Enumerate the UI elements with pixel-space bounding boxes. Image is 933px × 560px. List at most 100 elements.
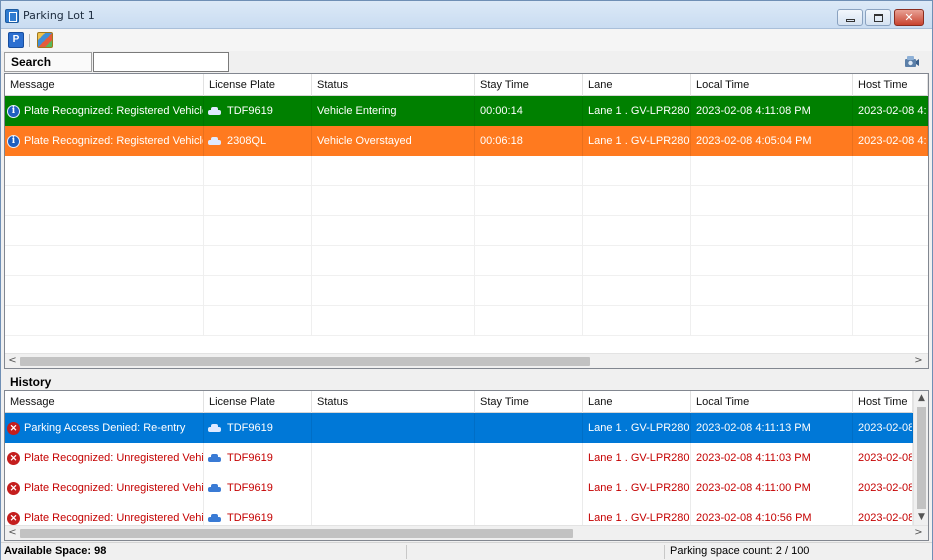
empty-cell [312,276,475,306]
map-icon[interactable] [37,32,53,48]
empty-row [5,156,928,186]
empty-cell [312,156,475,186]
table-row[interactable]: ✕ Parking Access Denied: Re-entry TDF9619… [5,413,913,443]
empty-cell [204,186,312,216]
scroll-left-icon[interactable]: < [5,526,20,540]
plate-text: TDF9619 [227,422,273,434]
col-stay-time[interactable]: Stay Time [475,391,583,413]
empty-cell [691,246,853,276]
scroll-left-icon[interactable]: < [5,354,20,368]
col-message[interactable]: Message [5,391,204,413]
empty-cell [204,156,312,186]
local-time-cell: 2023-02-08 4:11:00 PM [691,473,853,503]
maximize-button[interactable] [865,9,891,26]
close-button[interactable]: ✕ [894,9,924,26]
col-license-plate[interactable]: License Plate [204,74,312,96]
current-horizontal-scrollbar[interactable]: < > [5,353,928,368]
toolbar-divider [29,34,30,47]
scroll-up-icon[interactable]: ▲ [914,391,928,406]
col-lane[interactable]: Lane [583,74,691,96]
stay-time-cell: 00:06:18 [475,126,583,156]
scroll-right-icon[interactable]: > [911,354,926,368]
close-icon: ✕ [904,11,914,24]
error-icon: ✕ [7,451,20,465]
scroll-thumb[interactable] [917,407,926,509]
col-message[interactable]: Message [5,74,204,96]
window-title: Parking Lot 1 [23,9,95,22]
message-text: Parking Access Denied: Re-entry [24,422,186,434]
table-row[interactable]: i Plate Recognized: Registered Vehicle TD… [5,96,928,126]
plate-text: 2308QL [227,135,267,147]
status-cell: Vehicle Entering [312,96,475,126]
empty-cell [475,186,583,216]
local-time-cell: 2023-02-08 4:11:13 PM [691,413,853,443]
car-icon [208,483,221,493]
table-row[interactable]: ✕ Plate Recognized: Unregistered Vehicl T… [5,443,913,473]
host-time-cell: 2023-02-08 4:0 [853,126,928,156]
col-license-plate[interactable]: License Plate [204,391,312,413]
history-horizontal-scrollbar[interactable]: < > [5,525,928,540]
empty-cell [312,216,475,246]
local-time-cell: 2023-02-08 4:05:04 PM [691,126,853,156]
status-divider [406,545,407,559]
col-local-time[interactable]: Local Time [691,74,853,96]
scroll-thumb[interactable] [20,357,590,366]
plate-text: TDF9619 [227,482,273,494]
parking-settings-button[interactable]: P [8,32,24,48]
empty-cell [691,306,853,336]
history-grid-header: Message License Plate Status Stay Time L… [5,391,913,413]
title-bar[interactable]: Parking Lot 1 ✕ [1,1,932,29]
col-local-time[interactable]: Local Time [691,391,853,413]
message-text: Plate Recognized: Registered Vehicle [24,105,204,117]
table-row[interactable]: ✕ Plate Recognized: Unregistered Vehicl T… [5,473,913,503]
empty-cell [583,306,691,336]
empty-cell [583,246,691,276]
plate-text: TDF9619 [227,105,273,117]
plate-cell: 2308QL [204,126,312,156]
scroll-down-icon[interactable]: ▼ [914,510,928,525]
host-time-cell: 2023-02-08 [853,443,913,473]
message-text: Plate Recognized: Unregistered Vehicl [24,512,204,524]
app-icon [5,9,19,23]
empty-row [5,276,928,306]
search-bar: Search [1,51,932,73]
col-host-time[interactable]: Host Time [853,74,928,96]
status-cell [312,443,475,473]
col-stay-time[interactable]: Stay Time [475,74,583,96]
col-lane[interactable]: Lane [583,391,691,413]
empty-cell [5,246,204,276]
empty-row [5,306,928,336]
empty-cell [312,306,475,336]
stay-time-cell [475,443,583,473]
history-grid[interactable]: Message License Plate Status Stay Time L… [4,390,929,541]
camera-icon[interactable] [904,54,920,69]
table-row[interactable]: i Plate Recognized: Registered Vehicle 23… [5,126,928,156]
message-cell: ✕ Plate Recognized: Unregistered Vehicl [5,473,204,503]
empty-cell [5,156,204,186]
scroll-right-icon[interactable]: > [911,526,926,540]
status-bar: Available Space: 98 Parking space count:… [1,542,932,560]
plate-cell: TDF9619 [204,96,312,126]
empty-row [5,186,928,216]
col-status[interactable]: Status [312,391,475,413]
empty-cell [475,156,583,186]
history-vertical-scrollbar[interactable]: ▲ ▼ [913,391,928,525]
minimize-button[interactable] [837,9,863,26]
error-icon: ✕ [7,511,20,525]
host-time-cell: 2023-02-08 4:1 [853,96,928,126]
search-input[interactable] [93,52,229,72]
plate-cell: TDF9619 [204,443,312,473]
empty-cell [475,306,583,336]
lane-cell: Lane 1 . GV-LPR2800.. [583,413,691,443]
col-host-time[interactable]: Host Time [853,391,913,413]
scroll-thumb[interactable] [20,529,573,538]
current-events-grid[interactable]: Message License Plate Status Stay Time L… [4,73,929,369]
status-cell [312,413,475,443]
plate-cell: TDF9619 [204,473,312,503]
parking-space-count: Parking space count: 2 / 100 [670,545,810,557]
available-space: Available Space: 98 [4,545,107,557]
col-status[interactable]: Status [312,74,475,96]
car-icon [208,423,221,433]
empty-cell [5,276,204,306]
stay-time-cell [475,413,583,443]
